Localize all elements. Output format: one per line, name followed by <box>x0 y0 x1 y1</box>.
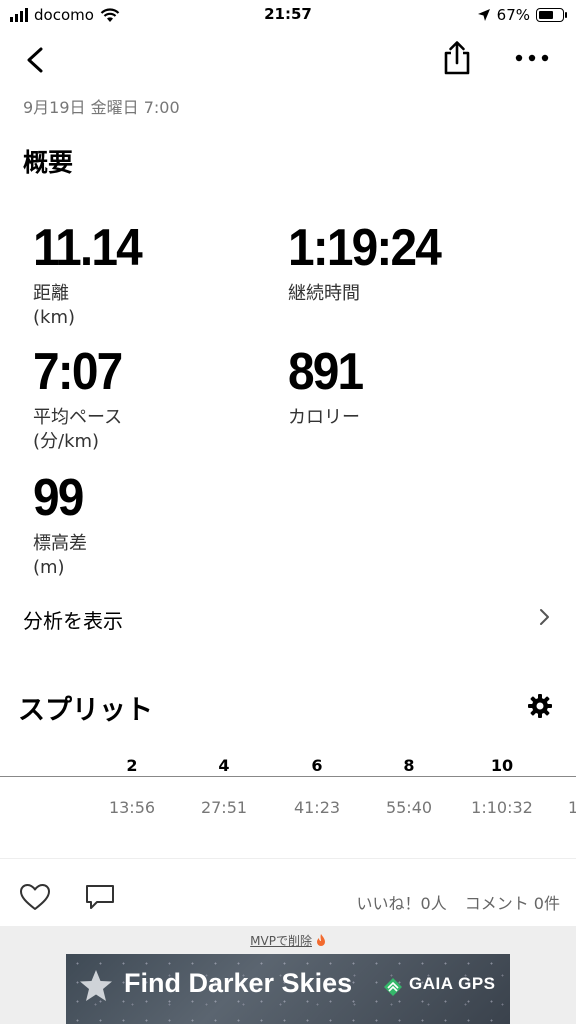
metric-value: 7:07 <box>33 343 123 401</box>
split-header: 8 <box>403 756 415 775</box>
metric-label: カロリー <box>288 407 360 428</box>
star-icon <box>80 970 112 1001</box>
split-axis-line <box>0 776 576 777</box>
remove-ads-label: MVPで削除 <box>250 934 312 948</box>
summary-title: 概要 <box>23 148 74 177</box>
metric-value: 11.14 <box>33 219 143 277</box>
metric-label: 継続時間 <box>288 283 360 304</box>
status-right: 67% <box>477 6 567 24</box>
comments-count[interactable]: コメント 0件 <box>465 894 560 913</box>
split-time: 55:40 <box>385 798 433 817</box>
ad-area: MVPで削除 Find Darker Skies GAIA GPS <box>0 926 576 1024</box>
metric-unit: (km) <box>33 307 76 328</box>
metric-value: 99 <box>33 469 84 527</box>
split-header: 6 <box>311 756 323 775</box>
metric-distance: 11.14 距離 (km) <box>33 222 150 330</box>
splits-title: スプリット <box>18 695 153 726</box>
ad-brand: GAIA GPS <box>409 974 496 993</box>
share-icon[interactable] <box>440 40 474 76</box>
remove-ads-link[interactable]: MVPで削除 <box>0 932 576 949</box>
split-time-partial: 1 <box>568 798 576 817</box>
split-time: 13:56 <box>108 798 156 817</box>
likes-count[interactable]: いいね！0人 <box>357 894 447 913</box>
metric-unit: (m) <box>33 557 65 578</box>
metric-calories: 891 カロリー <box>288 346 369 430</box>
gaia-logo-icon <box>384 978 402 996</box>
split-header: 4 <box>218 756 230 775</box>
metric-label: 標高差 <box>33 533 87 554</box>
gear-icon[interactable] <box>526 692 554 720</box>
comment-icon[interactable] <box>84 882 116 912</box>
battery-icon <box>536 8 567 22</box>
more-icon[interactable] <box>512 48 552 68</box>
view-analysis-row[interactable]: 分析を表示 <box>0 596 576 642</box>
status-bar: docomo 21:57 67% <box>0 0 576 32</box>
view-analysis-label: 分析を表示 <box>23 609 123 633</box>
metric-label: 距離 <box>33 283 69 304</box>
social-counts: いいね！0人 コメント 0件 <box>357 890 560 914</box>
metric-elevation: 99 標高差 (m) <box>33 472 87 580</box>
battery-percent: 67% <box>496 6 530 24</box>
social-bar: いいね！0人 コメント 0件 <box>0 870 576 926</box>
split-time: 27:51 <box>200 798 248 817</box>
split-header: 2 <box>126 756 138 775</box>
heart-icon[interactable] <box>18 882 52 912</box>
metric-unit: (分/km) <box>33 431 100 452</box>
split-time: 41:23 <box>293 798 341 817</box>
ad-headline: Find Darker Skies <box>124 968 353 998</box>
location-icon <box>477 9 490 21</box>
metric-duration: 1:19:24 継続時間 <box>288 222 453 306</box>
split-header: 10 <box>490 756 514 775</box>
metric-label: 平均ペース <box>33 407 123 428</box>
metric-pace: 7:07 平均ペース (分/km) <box>33 346 129 454</box>
metric-value: 891 <box>288 343 364 401</box>
chevron-right-icon <box>540 609 549 625</box>
flame-icon <box>316 934 325 946</box>
divider <box>0 858 576 859</box>
chevron-left-icon[interactable] <box>20 42 52 78</box>
ad-banner[interactable]: Find Darker Skies GAIA GPS <box>66 954 510 1024</box>
metric-value: 1:19:24 <box>288 219 442 277</box>
activity-date: 9月19日 金曜日 7:00 <box>23 98 180 117</box>
